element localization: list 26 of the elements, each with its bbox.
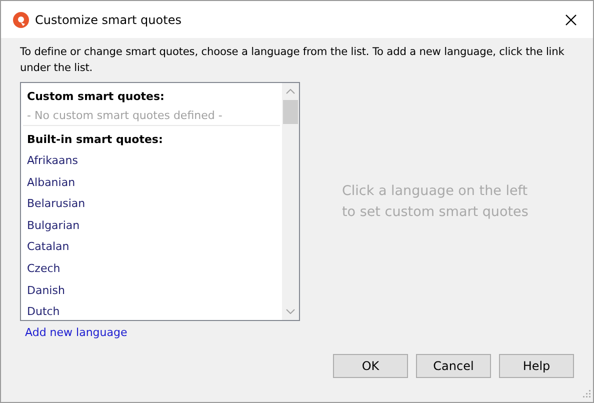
language-list[interactable]: Custom smart quotes: - No custom smart quotes defined - Built-in smart quotes: Afrikaans Albanian Belarusian Bulgarian Catalan Czech Danish Dutch [20,82,300,321]
scroll-thumb[interactable] [283,100,298,124]
resize-grip-icon[interactable] [581,390,591,400]
instructions-text: To define or change smart quotes, choose a language from the list. To add a new language, click the link under the list. [20,45,566,76]
window-title: Customize smart quotes [35,12,182,26]
language-item[interactable]: Afrikaans [21,150,282,172]
language-item[interactable]: Dutch [21,301,282,320]
section-heading: Built-in smart quotes: [26,132,164,148]
scrollbar[interactable] [282,83,299,320]
language-item[interactable]: Belarusian [21,193,282,215]
language-item[interactable]: Czech [21,258,282,280]
dialog-button[interactable]: Cancel [416,354,491,378]
hint-text: Click a language on the left to set custom smart quotes [342,182,530,222]
section-heading: Custom smart quotes: [26,89,166,105]
language-item[interactable]: Albanian [21,172,282,194]
dialog-button[interactable]: Help [499,354,574,378]
scroll-down-icon[interactable] [286,309,295,314]
scroll-up-icon[interactable] [286,89,295,94]
add-language-link[interactable]: Add new language [25,326,128,339]
dialog-button[interactable]: OK [333,354,408,378]
close-icon[interactable] [565,14,577,26]
language-item[interactable]: Danish [21,280,282,302]
language-item[interactable]: Bulgarian [21,214,282,236]
app-logo-icon [13,12,29,28]
empty-message: - No custom smart quotes defined - [23,107,280,126]
language-item[interactable]: Catalan [21,236,282,258]
